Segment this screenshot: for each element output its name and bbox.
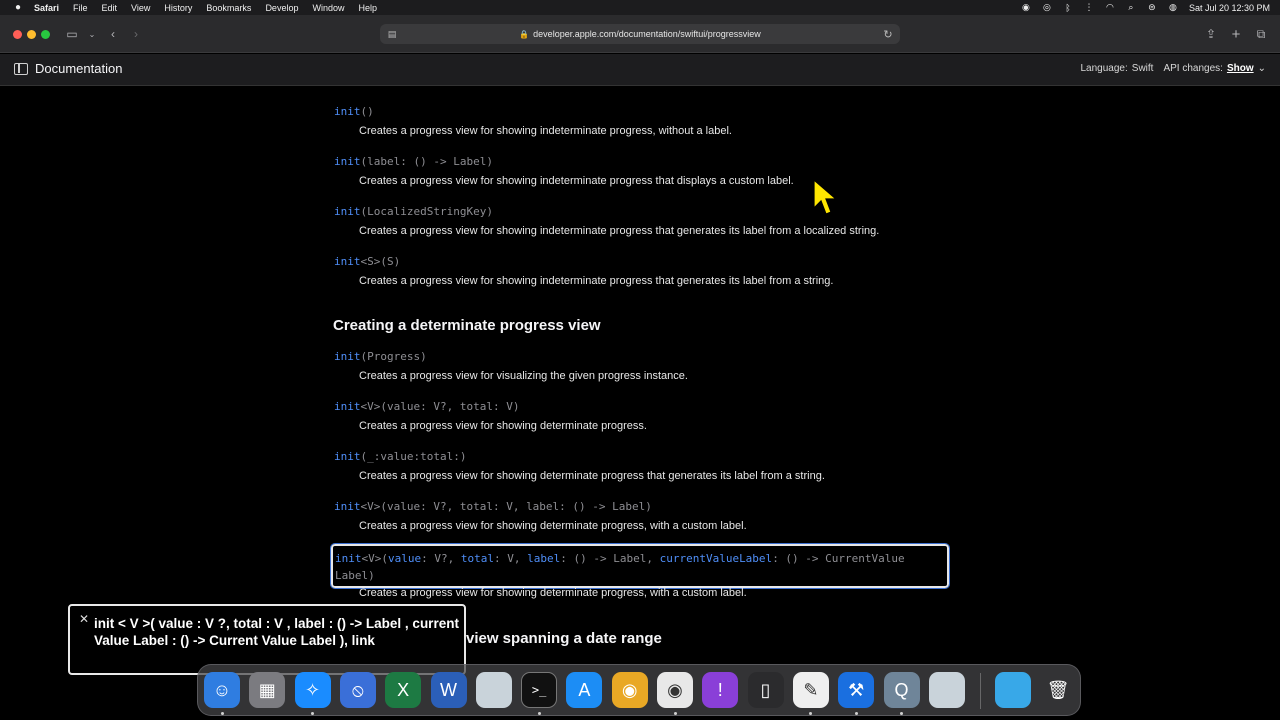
voiceover-caption-text: init < V >( value : V ?, total : V , lab… <box>94 616 459 648</box>
new-tab-icon[interactable]: + <box>1228 26 1244 43</box>
airdrop-icon[interactable]: ◎ <box>1042 2 1052 13</box>
menu-bar: ● Safari File Edit View History Bookmark… <box>0 0 1280 15</box>
dock-app-store-icon[interactable]: A <box>566 672 603 708</box>
apple-menu-icon[interactable]: ● <box>12 2 24 14</box>
dock-xcode-beta-icon[interactable]: ⚒ <box>838 672 875 708</box>
wifi-icon[interactable]: ◠ <box>1105 2 1115 13</box>
symbol-link[interactable]: init(LocalizedStringKey) <box>334 205 493 218</box>
page-menu-icon[interactable]: ▤ <box>386 28 398 40</box>
lock-icon: 🔒 <box>519 29 530 39</box>
section-title-partial: view spanning a date range <box>466 630 662 647</box>
dock-excel-icon[interactable]: X <box>385 672 422 708</box>
symbol-link[interactable]: init(label: () -> Label) <box>334 155 493 168</box>
close-icon[interactable]: ✕ <box>79 612 89 626</box>
symbol-link[interactable]: init<S>(S) <box>334 255 400 268</box>
menu-history[interactable]: History <box>164 3 192 13</box>
dock-running-indicator <box>673 712 677 715</box>
window-zoom-button[interactable] <box>41 30 50 39</box>
dock-trash-icon[interactable]: 🗑 <box>1040 672 1076 708</box>
dock-running-indicator <box>809 712 813 715</box>
dock-feedback-icon[interactable]: ! <box>702 672 739 708</box>
symbol-link[interactable]: init(Progress) <box>334 350 427 363</box>
menu-view[interactable]: View <box>131 3 150 13</box>
tab-overview-icon[interactable]: ⧉ <box>1253 26 1269 42</box>
symbol-description: Creates a progress view for showing dete… <box>359 520 747 532</box>
dock-running-indicator <box>900 712 903 715</box>
menu-help[interactable]: Help <box>358 3 377 13</box>
address-bar[interactable]: ▤ 🔒 developer.apple.com/documentation/sw… <box>380 24 900 44</box>
chevron-down-icon[interactable]: ⌄ <box>1258 63 1266 74</box>
forward-icon[interactable]: › <box>128 26 144 42</box>
dock-launchpad-icon[interactable]: ▦ <box>249 672 286 708</box>
dock: ☺ ▦ ✧ ⦸ X W >_ A ◉ ◉! ▯ ✎ ⚒ Q 🗑 <box>197 664 1081 716</box>
symbol-description: Creates a progress view for showing inde… <box>359 125 732 137</box>
dock-downloads-folder-icon[interactable] <box>995 672 1031 708</box>
record-icon[interactable]: ◉ <box>1021 2 1031 13</box>
language-selector[interactable]: Swift <box>1132 63 1154 74</box>
dock-running-indicator <box>537 712 541 715</box>
safari-toolbar: ▭ ⌄ ‹ › ▤ 🔒 developer.apple.com/document… <box>0 15 1280 53</box>
symbol-link[interactable]: init<V>(value: V?, total: V, label: () -… <box>334 500 652 513</box>
focused-symbol-link[interactable]: init<V>(value: V?, total: V, label: () -… <box>330 543 950 589</box>
chevron-down-icon[interactable]: ⌄ <box>84 26 100 42</box>
symbol-description: Creates a progress view for showing dete… <box>359 587 747 599</box>
dock-word-icon[interactable]: W <box>430 672 467 708</box>
dock-running-indicator <box>311 712 315 715</box>
menu-bookmarks[interactable]: Bookmarks <box>206 3 251 13</box>
control-center-icon[interactable]: ⊜ <box>1147 2 1157 13</box>
bluetooth-icon[interactable]: ᛒ <box>1063 3 1073 13</box>
window-close-button[interactable] <box>13 30 22 39</box>
sliders-icon[interactable]: ⋮ <box>1084 2 1094 13</box>
menu-window[interactable]: Window <box>312 3 344 13</box>
documentation-header: Documentation Language: Swift API change… <box>0 54 1280 86</box>
sidebar-toggle-icon[interactable] <box>14 63 28 75</box>
window-minimize-button[interactable] <box>27 30 36 39</box>
dock-terminal-icon[interactable]: >_ <box>521 672 558 708</box>
section-title: Creating a determinate progress view <box>333 317 601 334</box>
mouse-cursor-icon <box>813 178 838 215</box>
menu-clock[interactable]: Sat Jul 20 12:30 PM <box>1189 3 1270 13</box>
symbol-description: Creates a progress view for showing inde… <box>359 275 834 287</box>
dock-iphone-mirroring-icon[interactable]: ▯ <box>747 672 784 708</box>
dock-separator <box>980 673 981 709</box>
dock-running-indicator <box>854 712 858 715</box>
back-icon[interactable]: ‹ <box>105 26 121 42</box>
symbol-link[interactable]: init() <box>334 105 374 118</box>
dock-textedit-icon[interactable]: ✎ <box>792 672 829 708</box>
menu-develop[interactable]: Develop <box>265 3 298 13</box>
dock-finder-icon[interactable]: ☺ <box>204 672 240 708</box>
share-icon[interactable]: ⇪ <box>1203 26 1219 42</box>
dock-blank-app-icon[interactable] <box>928 672 965 708</box>
menu-app-safari[interactable]: Safari <box>34 3 59 13</box>
api-changes-label: API changes: <box>1163 63 1223 74</box>
symbol-link[interactable]: init<V>(value: V?, total: V) <box>334 400 519 413</box>
api-changes-toggle[interactable]: Show <box>1227 63 1254 74</box>
doc-content: init() Creates a progress view for showi… <box>0 87 1280 662</box>
dock-chrome-icon[interactable]: ◉ <box>657 672 693 708</box>
symbol-description: Creates a progress view for showing inde… <box>359 175 794 187</box>
sidebar-icon[interactable]: ▭ <box>64 26 80 42</box>
documentation-title[interactable]: Documentation <box>35 61 122 76</box>
dock-quicktime-icon[interactable]: Q <box>883 672 920 708</box>
symbol-description: Creates a progress view for showing dete… <box>359 420 647 432</box>
reload-icon[interactable]: ↻ <box>882 27 894 41</box>
dock-blocked-icon[interactable]: ⦸ <box>339 672 376 708</box>
menu-file[interactable]: File <box>73 3 88 13</box>
symbol-description: Creates a progress view for showing dete… <box>359 470 825 482</box>
language-label: Language: <box>1080 63 1128 74</box>
siri-icon[interactable]: ◍ <box>1168 2 1178 13</box>
search-icon[interactable]: ⌕ <box>1126 2 1136 13</box>
dock-safari-icon[interactable]: ✧ <box>294 672 331 708</box>
url-text: developer.apple.com/documentation/swiftu… <box>533 29 761 39</box>
doc-options: Language: Swift API changes: Show ⌄ <box>1081 63 1267 74</box>
dock-preview-icon[interactable] <box>475 672 512 708</box>
symbol-description: Creates a progress view for showing inde… <box>359 225 880 237</box>
dock-chrome-canary-icon[interactable]: ◉ <box>611 672 648 708</box>
menu-edit[interactable]: Edit <box>102 3 118 13</box>
dock-running-indicator <box>220 712 224 715</box>
symbol-link[interactable]: init(_:value:total:) <box>334 450 466 463</box>
symbol-description: Creates a progress view for visualizing … <box>359 370 688 382</box>
